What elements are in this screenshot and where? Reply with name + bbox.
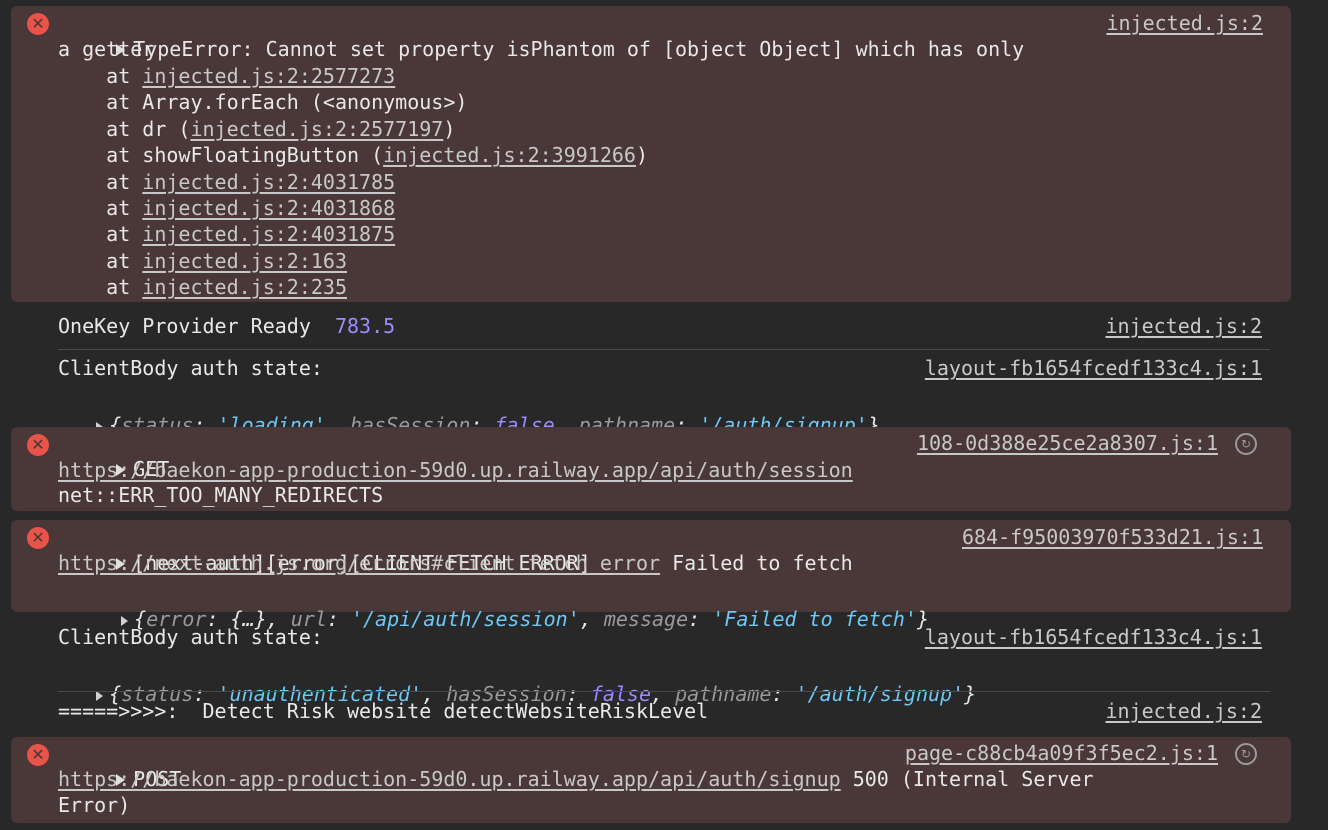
- source-link[interactable]: page-c88cb4a09f3f5ec2.js:1: [905, 740, 1218, 766]
- log-text: OneKey Provider Ready: [58, 314, 323, 338]
- error-message-continued: a getter: [58, 37, 155, 61]
- request-url[interactable]: https://baekon-app-production-59d0.up.ra…: [58, 767, 841, 791]
- source-link[interactable]: 684-f95003970f533d21.js:1: [962, 524, 1263, 550]
- stack-frame: at Array.forEach (<anonymous>): [58, 90, 468, 115]
- error-docs-link[interactable]: https://next-auth.js.org/errors#client_f…: [58, 551, 660, 575]
- error-icon: ✕: [27, 527, 49, 549]
- stack-frame: at injected.js:2:163: [58, 248, 347, 273]
- console-error-typeerror: ✕ TypeError: Cannot set property isPhant…: [11, 6, 1291, 302]
- source-link[interactable]: injected.js:2: [1105, 313, 1262, 339]
- console-error-next-auth: ✕ [next-auth][error][CLIENT_FETCH_ERROR]…: [11, 520, 1291, 631]
- console-log-auth-state: ClientBody auth state:: [58, 356, 323, 380]
- stack-frame-link[interactable]: injected.js:2:3991266: [383, 143, 636, 167]
- network-icon[interactable]: ↻: [1235, 743, 1257, 765]
- console-log-risk: =====>>>>: Detect Risk website detectWeb…: [58, 699, 709, 723]
- source-link[interactable]: layout-fb1654fcedf133c4.js:1: [925, 624, 1262, 650]
- stack-frame-link[interactable]: injected.js:2:163: [142, 249, 347, 273]
- error-status: 500 (Internal Server: [840, 767, 1094, 791]
- stack-frame-link[interactable]: injected.js:2:4031875: [142, 222, 395, 246]
- source-link[interactable]: 108-0d388e25ce2a8307.js:1: [917, 430, 1218, 456]
- divider: [58, 691, 1270, 692]
- stack-frame-link[interactable]: injected.js:2:2577197: [190, 117, 443, 141]
- error-status-continued: Error): [58, 793, 131, 817]
- error-message: Failed to fetch: [660, 551, 853, 575]
- stack-frame: at showFloatingButton (injected.js:2:399…: [58, 143, 649, 168]
- stack-frame-link[interactable]: injected.js:2:2577273: [142, 64, 395, 88]
- source-link[interactable]: injected.js:2: [1105, 698, 1262, 724]
- error-icon: ✕: [27, 434, 49, 456]
- error-icon: ✕: [27, 744, 49, 766]
- stack-frame-link[interactable]: injected.js:2:4031785: [142, 170, 395, 194]
- stack-frame: at injected.js:2:235: [58, 275, 347, 300]
- stack-frame: at injected.js:2:4031785: [58, 169, 396, 194]
- stack-frame-link[interactable]: injected.js:2:4031868: [142, 196, 395, 220]
- request-url[interactable]: https://baekon-app-production-59d0.up.ra…: [58, 457, 853, 483]
- error-message: TypeError: Cannot set property isPhantom…: [133, 37, 1025, 62]
- console-error-get: ✕ GET 108-0d388e25ce2a8307.js:1 ↻ https:…: [11, 427, 1291, 511]
- network-icon[interactable]: ↻: [1235, 433, 1257, 455]
- stack-frame: at injected.js:2:2577273: [58, 64, 396, 88]
- console-log-auth-state: ClientBody auth state:: [58, 625, 323, 649]
- error-message: net::ERR_TOO_MANY_REDIRECTS: [58, 483, 384, 507]
- console-error-post: ✕ POST page-c88cb4a09f3f5ec2.js:1 ↻ http…: [11, 737, 1291, 823]
- source-link[interactable]: injected.js:2: [1106, 10, 1263, 36]
- log-number: 783.5: [334, 314, 396, 338]
- error-icon: ✕: [27, 13, 49, 35]
- source-link[interactable]: layout-fb1654fcedf133c4.js:1: [925, 355, 1262, 381]
- divider: [58, 349, 1270, 350]
- stack-frame: at injected.js:2:4031875: [58, 222, 396, 247]
- stack-frame-link[interactable]: injected.js:2:235: [142, 275, 347, 299]
- stack-frame: at injected.js:2:4031868: [58, 196, 396, 220]
- console-log-onekey: OneKey Provider Ready 783.5: [58, 313, 395, 339]
- stack-frame: at dr (injected.js:2:2577197): [58, 116, 456, 141]
